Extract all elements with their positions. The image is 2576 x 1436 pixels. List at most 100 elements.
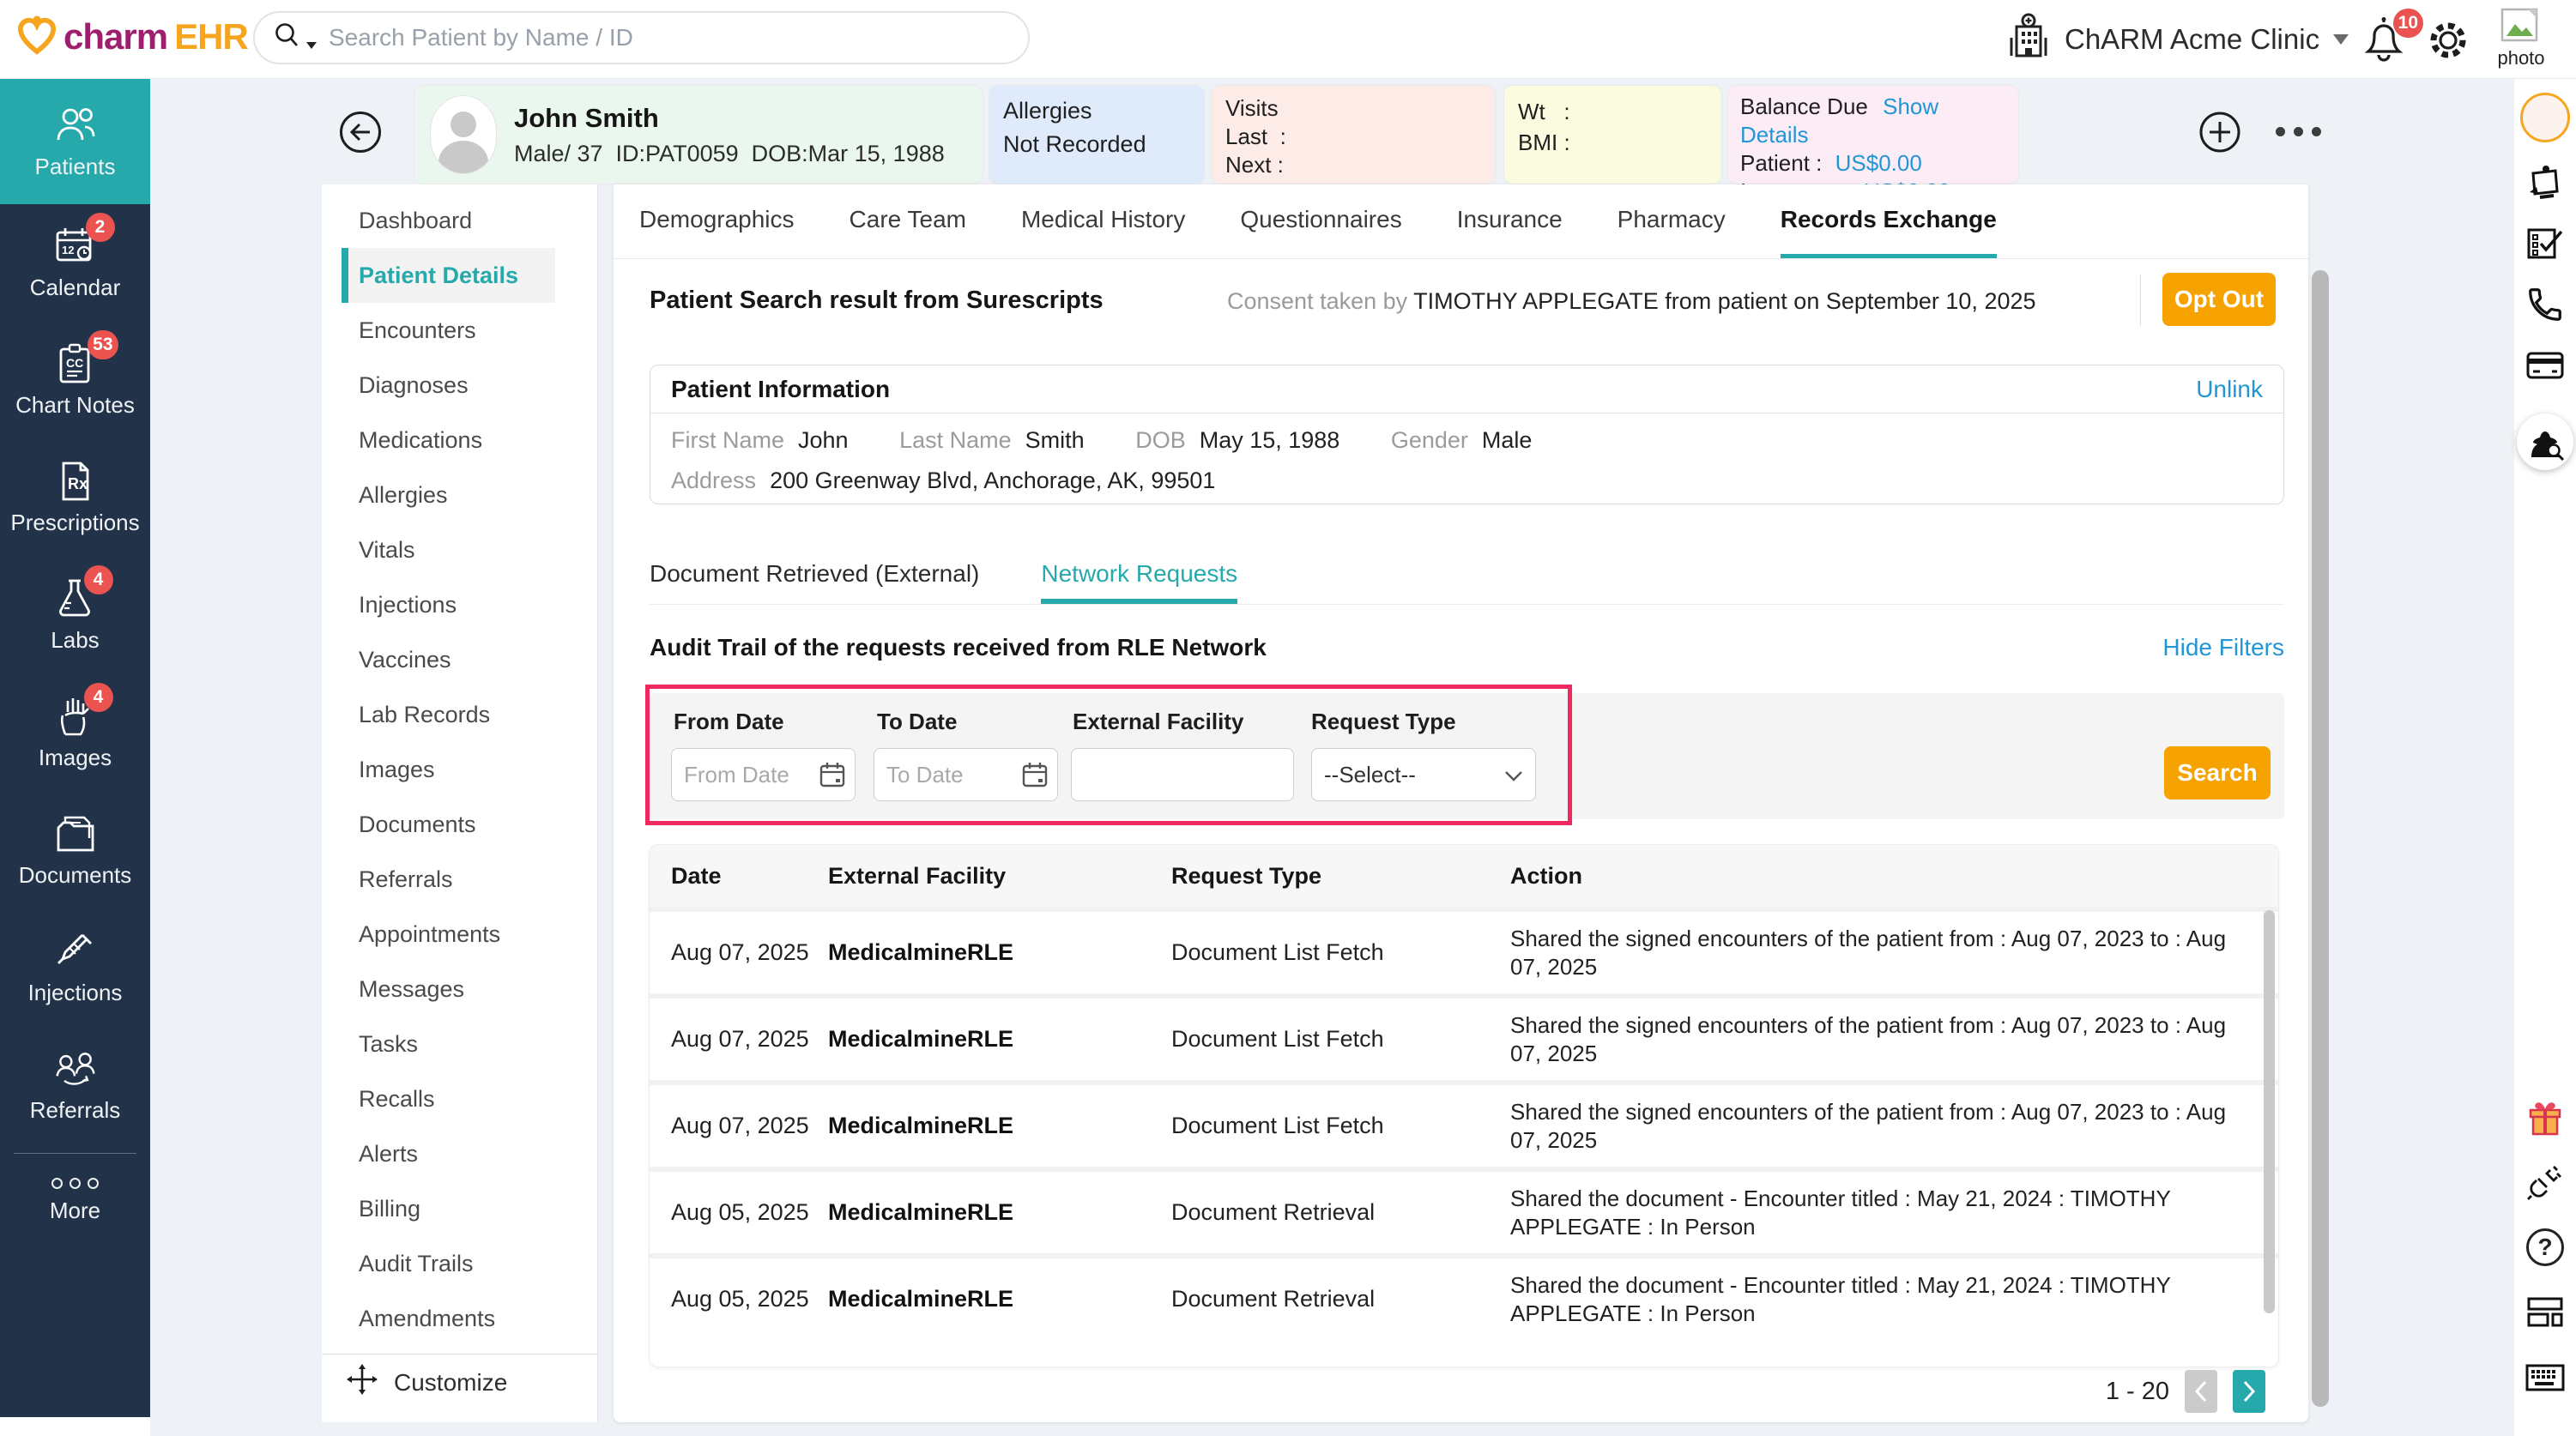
sidebar-item-injections[interactable]: Injections — [0, 909, 150, 1027]
hide-filters-link[interactable]: Hide Filters — [2162, 634, 2284, 661]
sidebar-item-calendar[interactable]: 12 2 Calendar — [0, 204, 150, 322]
sidebar-item-more[interactable]: More — [0, 1154, 150, 1248]
gift-button[interactable] — [2525, 1098, 2565, 1142]
sidebar-item-prescriptions[interactable]: Rx Prescriptions — [0, 439, 150, 557]
subtab-document-retrieved[interactable]: Document Retrieved (External) — [650, 548, 979, 604]
pmenu-item-allergies[interactable]: Allergies — [322, 468, 597, 522]
layout-button[interactable] — [2525, 1295, 2565, 1334]
from-date-label: From Date — [674, 709, 784, 735]
pmenu-item-tasks[interactable]: Tasks — [322, 1017, 597, 1071]
prescriptions-icon: Rx — [53, 460, 98, 503]
integrations-plug-button[interactable] — [2525, 1161, 2566, 1207]
sidebar-item-labs[interactable]: 4 Labs — [0, 557, 150, 674]
tab-questionnaires[interactable]: Questionnaires — [1240, 184, 1401, 258]
pmenu-item-diagnoses[interactable]: Diagnoses — [322, 358, 597, 413]
help-button[interactable]: ? — [2526, 1228, 2564, 1266]
table-scrollbar[interactable] — [2264, 910, 2275, 1313]
phone-button[interactable] — [2525, 285, 2565, 329]
row-request-type: Document List Fetch — [1171, 1026, 1510, 1053]
row-facility: MedicalmineRLE — [828, 1113, 1171, 1139]
pmenu-item-audit-trails[interactable]: Audit Trails — [322, 1236, 597, 1291]
questionnaire-button[interactable] — [2525, 225, 2565, 267]
charmehr-logo[interactable]: charmEHR — [17, 14, 248, 59]
next-page-button[interactable] — [2233, 1370, 2265, 1413]
sidebar-item-documents[interactable]: Documents — [0, 792, 150, 909]
back-button[interactable] — [340, 112, 381, 153]
sidebar-item-chart-notes[interactable]: CC 53 Chart Notes — [0, 322, 150, 439]
tab-care-team[interactable]: Care Team — [850, 184, 966, 258]
pmenu-item-referrals[interactable]: Referrals — [322, 852, 597, 907]
to-date-label: To Date — [877, 709, 957, 735]
search-button[interactable]: Search — [2164, 746, 2271, 799]
settings-button[interactable] — [2427, 19, 2470, 62]
pmenu-item-amendments[interactable]: Amendments — [322, 1291, 597, 1346]
add-button[interactable] — [2198, 111, 2241, 154]
tab-demographics[interactable]: Demographics — [639, 184, 795, 258]
sidebar-item-label: Patients — [35, 154, 116, 180]
notifications-button[interactable]: 10 — [2361, 15, 2410, 63]
sidebar-item-patients[interactable]: Patients — [0, 79, 150, 204]
sidebar-item-label: Prescriptions — [10, 510, 139, 536]
photo-label: photo — [2488, 47, 2554, 69]
sticky-note-button[interactable] — [2525, 163, 2566, 205]
pmenu-item-vitals[interactable]: Vitals — [322, 522, 597, 577]
broken-image-icon — [2500, 33, 2543, 48]
audit-trail-title: Audit Trail of the requests received fro… — [650, 634, 1267, 661]
allergies-value: Not Recorded — [1003, 131, 1190, 158]
pmenu-item-images[interactable]: Images — [322, 742, 597, 797]
tab-records-exchange[interactable]: Records Exchange — [1781, 184, 1997, 258]
search-type-caret-icon[interactable] — [306, 42, 317, 49]
pmenu-item-recalls[interactable]: Recalls — [322, 1071, 597, 1126]
clinic-selector[interactable]: ChARM Acme Clinic — [2006, 0, 2349, 79]
pmenu-item-appointments[interactable]: Appointments — [322, 907, 597, 962]
patient-information-panel: Patient Information Unlink First NameJoh… — [650, 365, 2284, 504]
chart-tabs: Demographics Care Team Medical History Q… — [614, 184, 2308, 259]
request-type-select[interactable]: --Select-- — [1311, 748, 1536, 801]
last-name-value: Smith — [1025, 427, 1085, 453]
opt-out-button[interactable]: Opt Out — [2162, 273, 2276, 326]
pmenu-item-vaccines[interactable]: Vaccines — [322, 632, 597, 687]
row-action: Shared the document - Encounter titled :… — [1510, 1185, 2278, 1241]
pmenu-item-messages[interactable]: Messages — [322, 962, 597, 1017]
prev-page-button[interactable] — [2185, 1370, 2217, 1413]
pmenu-item-lab-records[interactable]: Lab Records — [322, 687, 597, 742]
pmenu-item-medications[interactable]: Medications — [322, 413, 597, 468]
tab-medical-history[interactable]: Medical History — [1021, 184, 1185, 258]
subtab-network-requests[interactable]: Network Requests — [1041, 548, 1237, 604]
pmenu-item-documents[interactable]: Documents — [322, 797, 597, 852]
calendar-badge: 2 — [86, 213, 115, 242]
external-facility-label: External Facility — [1073, 709, 1243, 735]
tab-pharmacy[interactable]: Pharmacy — [1618, 184, 1726, 258]
patient-info-row-2: Address200 Greenway Blvd, Anchorage, AK,… — [671, 468, 2263, 494]
sidebar-item-label: More — [50, 1198, 100, 1224]
unlink-link[interactable]: Unlink — [2196, 376, 2263, 403]
col-external-facility: External Facility — [828, 863, 1171, 890]
pmenu-item-patient-details[interactable]: Patient Details — [342, 248, 555, 303]
customize-button[interactable]: Customize — [322, 1354, 597, 1410]
payment-card-button[interactable] — [2525, 350, 2565, 385]
row-date: Aug 05, 2025 — [650, 1199, 828, 1226]
sidebar-item-label: Labs — [51, 627, 99, 654]
pmenu-item-alerts[interactable]: Alerts — [322, 1126, 597, 1181]
pmenu-item-injections[interactable]: Injections — [322, 577, 597, 632]
pmenu-item-dashboard[interactable]: Dashboard — [322, 193, 597, 248]
sidebar-item-referrals[interactable]: Referrals — [0, 1027, 150, 1144]
keyboard-button[interactable] — [2525, 1362, 2566, 1397]
tab-insurance[interactable]: Insurance — [1457, 184, 1563, 258]
search-input[interactable] — [329, 24, 929, 51]
page-scrollbar[interactable] — [2312, 270, 2329, 1407]
detective-audit-button[interactable] — [2517, 413, 2573, 470]
from-date-input[interactable] — [671, 748, 856, 801]
user-avatar-button[interactable] — [2520, 93, 2570, 142]
sidebar-item-images[interactable]: 4 Images — [0, 674, 150, 792]
pmenu-item-billing[interactable]: Billing — [322, 1181, 597, 1236]
to-date-input[interactable] — [874, 748, 1058, 801]
search-icon[interactable] — [272, 21, 303, 56]
more-options-button[interactable] — [2276, 127, 2321, 136]
calendar-icon: 12 2 — [53, 225, 98, 268]
pmenu-item-encounters[interactable]: Encounters — [322, 303, 597, 358]
customize-label: Customize — [394, 1369, 507, 1397]
external-facility-input[interactable] — [1071, 748, 1294, 801]
profile-photo-button[interactable]: photo — [2488, 7, 2554, 69]
table-row: Aug 07, 2025 MedicalmineRLE Document Lis… — [650, 993, 2278, 1080]
